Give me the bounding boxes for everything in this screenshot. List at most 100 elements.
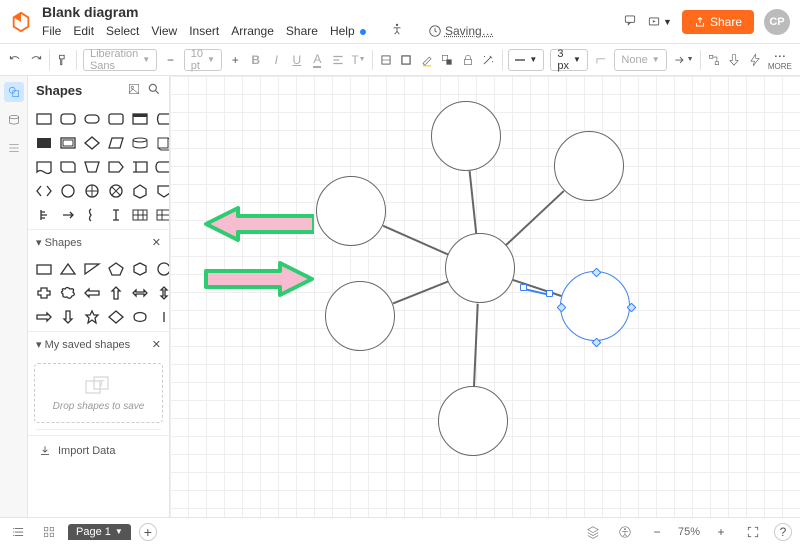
shape-style-button[interactable] <box>440 49 455 71</box>
lightning-button[interactable] <box>747 49 762 71</box>
shape-swatch[interactable] <box>58 157 78 177</box>
shape-swatch[interactable] <box>58 307 78 327</box>
line-style-select[interactable]: ▼ <box>508 49 544 71</box>
arrow-end-select[interactable]: ▼ <box>673 49 694 71</box>
border-color-button[interactable] <box>399 49 414 71</box>
import-data-button[interactable]: Import Data <box>28 435 169 466</box>
connector-line[interactable] <box>392 281 448 304</box>
font-size-increase[interactable]: + <box>228 49 243 71</box>
shape-swatch[interactable] <box>34 283 54 303</box>
zoom-in-button[interactable]: + <box>710 521 732 543</box>
shape-swatch[interactable] <box>34 109 54 129</box>
shape-swatch[interactable] <box>154 205 170 225</box>
connector-line[interactable] <box>505 190 564 245</box>
menu-share[interactable]: Share <box>286 24 318 38</box>
shape-swatch[interactable] <box>130 109 150 129</box>
shape-swatch[interactable] <box>58 133 78 153</box>
underline-button[interactable]: U <box>290 49 305 71</box>
connector-line[interactable] <box>383 225 449 255</box>
shape-swatch[interactable] <box>130 259 150 279</box>
format-painter-button[interactable] <box>56 49 71 71</box>
shape-swatch[interactable] <box>154 259 170 279</box>
shape-swatch[interactable] <box>130 307 150 327</box>
shape-swatch[interactable] <box>106 307 126 327</box>
shape-swatch[interactable] <box>82 259 102 279</box>
shape-swatch[interactable] <box>82 205 102 225</box>
shape-swatch[interactable] <box>130 133 150 153</box>
menu-file[interactable]: File <box>42 24 61 38</box>
shape-swatch[interactable] <box>34 205 54 225</box>
arrow-start-select[interactable]: None▼ <box>614 49 666 71</box>
saved-section-header[interactable]: ▾ My saved shapes ✕ <box>28 331 169 357</box>
zoom-out-button[interactable]: − <box>646 521 668 543</box>
line-color-button[interactable] <box>420 49 435 71</box>
diagram-circle[interactable] <box>438 386 508 456</box>
more-button[interactable]: ⋯MORE <box>768 49 792 71</box>
diagram-circle[interactable] <box>560 271 630 341</box>
shape-swatch[interactable] <box>106 205 126 225</box>
line-width-select[interactable]: 3 px▼ <box>550 49 588 71</box>
action-button[interactable] <box>727 49 742 71</box>
shape-swatch[interactable] <box>154 109 170 129</box>
font-size-decrease[interactable]: − <box>163 49 178 71</box>
share-button[interactable]: Share <box>682 10 754 34</box>
flowchart-button[interactable] <box>706 49 721 71</box>
menu-help[interactable]: Help <box>330 24 366 38</box>
line-type-button[interactable] <box>594 49 609 71</box>
shapes-section-header[interactable]: ▾ Shapes ✕ <box>28 229 169 255</box>
comment-icon[interactable] <box>623 13 637 30</box>
shape-swatch[interactable] <box>82 181 102 201</box>
shape-swatch[interactable] <box>154 133 170 153</box>
shape-swatch[interactable] <box>58 259 78 279</box>
lock-button[interactable] <box>461 49 476 71</box>
shape-swatch[interactable] <box>154 307 170 327</box>
connector-line[interactable] <box>474 304 479 387</box>
shape-swatch[interactable] <box>82 283 102 303</box>
help-footer-button[interactable]: ? <box>774 523 792 541</box>
menu-arrange[interactable]: Arrange <box>231 24 274 38</box>
close-section-icon[interactable]: ✕ <box>152 236 161 249</box>
zoom-level[interactable]: 75% <box>678 526 700 538</box>
diagram-circle[interactable] <box>431 101 501 171</box>
shapes-gallery-icon[interactable] <box>127 82 141 99</box>
shape-swatch[interactable] <box>34 181 54 201</box>
shape-swatch[interactable] <box>34 259 54 279</box>
saving-status[interactable]: Saving… <box>428 24 494 38</box>
shape-swatch[interactable] <box>34 307 54 327</box>
shape-swatch[interactable] <box>106 157 126 177</box>
annotation-arrow[interactable] <box>204 206 314 242</box>
shape-swatch[interactable] <box>58 109 78 129</box>
grid-view-button[interactable] <box>38 521 60 543</box>
italic-button[interactable]: I <box>269 49 284 71</box>
connector-line[interactable] <box>469 171 477 234</box>
shape-swatch[interactable] <box>82 307 102 327</box>
diagram-circle[interactable] <box>445 233 515 303</box>
add-page-button[interactable]: + <box>139 523 157 541</box>
outline-view-button[interactable] <box>8 521 30 543</box>
close-saved-icon[interactable]: ✕ <box>152 338 161 351</box>
undo-button[interactable] <box>8 49 23 71</box>
shape-swatch[interactable] <box>58 205 78 225</box>
shape-swatch[interactable] <box>82 133 102 153</box>
saved-drop-zone[interactable]: T Drop shapes to save <box>34 363 163 423</box>
shape-swatch[interactable] <box>106 181 126 201</box>
user-avatar[interactable]: CP <box>764 9 790 35</box>
fullscreen-button[interactable] <box>742 521 764 543</box>
accessibility-footer-icon[interactable] <box>614 521 636 543</box>
shape-swatch[interactable] <box>106 109 126 129</box>
shape-swatch[interactable] <box>58 181 78 201</box>
redo-button[interactable] <box>29 49 44 71</box>
magic-button[interactable] <box>481 49 496 71</box>
document-title[interactable]: Blank diagram <box>42 4 623 20</box>
bold-button[interactable]: B <box>248 49 263 71</box>
text-options-button[interactable]: T▼ <box>351 49 366 71</box>
shape-swatch[interactable] <box>106 259 126 279</box>
shape-swatch[interactable] <box>130 283 150 303</box>
font-size-select[interactable]: 10 pt▼ <box>184 49 222 71</box>
shape-swatch[interactable] <box>154 157 170 177</box>
shape-swatch[interactable] <box>154 283 170 303</box>
menu-edit[interactable]: Edit <box>73 24 94 38</box>
page-tab[interactable]: Page 1 ▼ <box>68 524 131 540</box>
present-icon[interactable]: ▼ <box>647 15 672 29</box>
shape-swatch[interactable] <box>34 157 54 177</box>
